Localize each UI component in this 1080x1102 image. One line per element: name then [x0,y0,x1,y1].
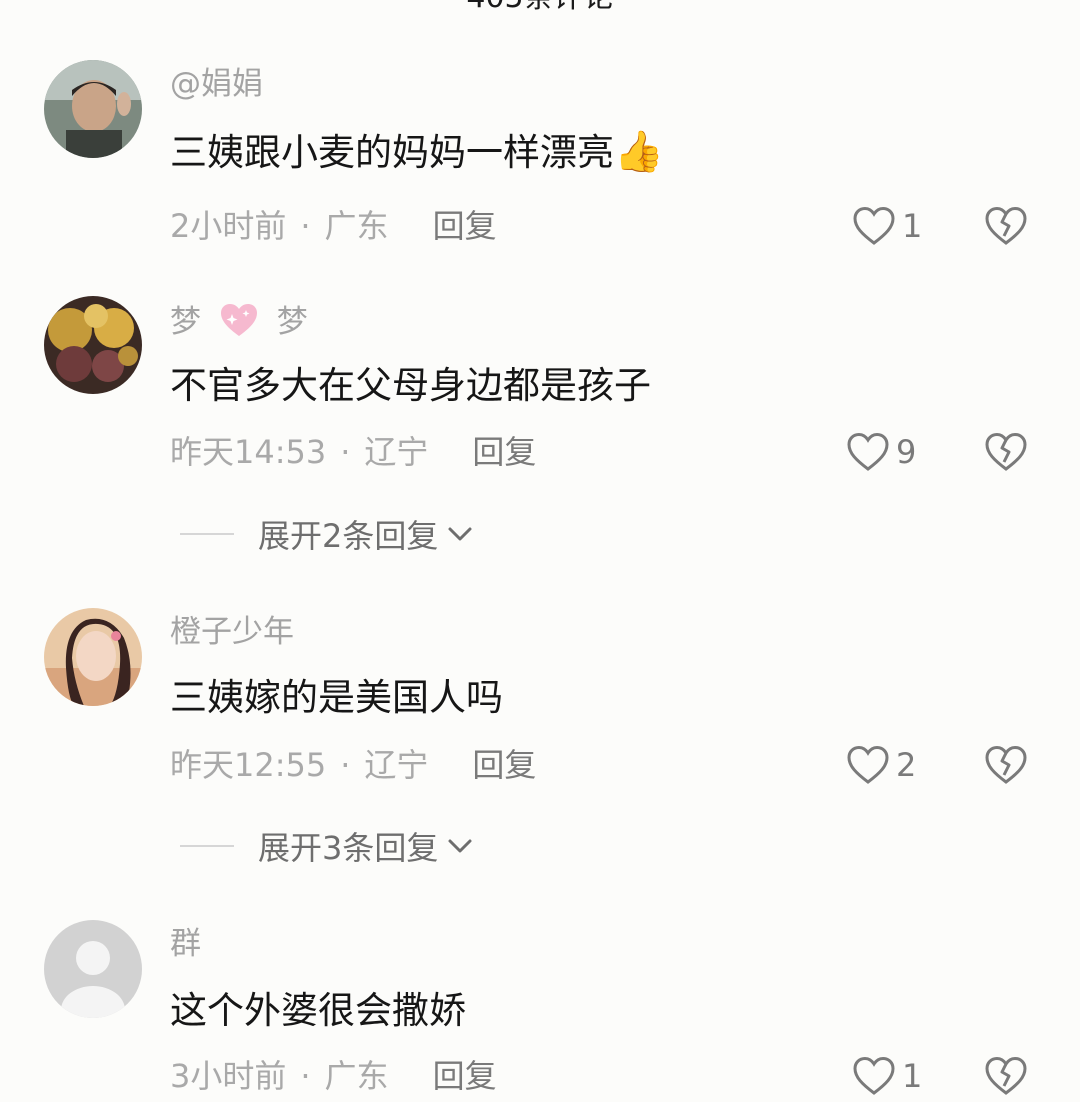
comment-text: 三姨跟小麦的妈妈一样漂亮👍 [170,128,664,177]
username[interactable]: 梦 梦 [170,300,308,342]
comment-time: 昨天12:55 [170,746,327,784]
like-count: 1 [902,1057,923,1095]
comment-location: 辽宁 [364,746,429,784]
like-count: 1 [902,207,923,245]
comment-time: 3小时前 [170,1057,287,1095]
reply-button[interactable]: 回复 [433,207,497,245]
like-button[interactable]: 2 [846,743,916,787]
comment-text: 不官多大在父母身边都是孩子 [170,364,651,407]
username[interactable]: 橙子少年 [170,612,294,652]
avatar[interactable] [44,60,142,158]
chevron-down-icon [448,527,472,541]
comment-meta: 2小时前 · 广东 回复 [170,204,497,248]
comment-time: 2小时前 [170,207,287,245]
meta-separator: · [300,1057,311,1095]
broken-heart-icon [985,1056,1027,1095]
meta-separator: · [340,746,351,784]
like-button[interactable]: 1 [852,1054,922,1098]
expand-replies-button[interactable]: 展开2条回复 [180,512,474,556]
reply-button[interactable]: 回复 [433,1057,497,1095]
like-button[interactable]: 1 [852,204,922,248]
comment-location: 广东 [324,207,389,245]
comment-location: 辽宁 [364,433,429,471]
expand-replies-button[interactable]: 展开3条回复 [180,824,474,868]
expand-replies-label: 展开2条回复 [258,517,439,555]
broken-heart-icon [985,206,1027,245]
like-count: 9 [896,433,917,471]
chevron-down-icon [448,839,472,853]
avatar[interactable] [44,296,142,394]
comment-text: 这个外婆很会撒娇 [170,989,466,1032]
dislike-button[interactable] [984,1054,1028,1098]
heart-outline-icon [853,206,895,245]
comment-location: 广东 [324,1057,389,1095]
username-part: 梦 [276,304,308,340]
dislike-button[interactable] [984,743,1028,787]
expand-divider [180,845,234,847]
username-part: 梦 [170,304,201,340]
dislike-button[interactable] [984,430,1028,474]
heart-outline-icon [853,1056,895,1095]
comment-text: 三姨嫁的是美国人吗 [170,676,503,719]
avatar[interactable] [44,608,142,706]
reply-button[interactable]: 回复 [472,746,536,784]
comment-time: 昨天14:53 [170,433,327,471]
thumbs-up-emoji: 👍 [614,129,664,175]
comment-count-title: 405条评论 [0,0,1080,18]
heart-outline-icon [847,432,889,471]
comment-text-content: 三姨跟小麦的妈妈一样漂亮 [170,131,614,174]
meta-separator: · [340,433,351,471]
expand-divider [180,533,234,535]
avatar[interactable] [44,920,142,1018]
dislike-button[interactable] [984,204,1028,248]
username[interactable]: @娟娟 [170,64,263,104]
username[interactable]: 群 [170,924,201,964]
broken-heart-icon [985,432,1027,471]
broken-heart-icon [985,745,1027,784]
comment-meta: 昨天14:53 · 辽宁 回复 [170,430,536,474]
comment-meta: 昨天12:55 · 辽宁 回复 [170,743,536,787]
like-button[interactable]: 9 [846,430,916,474]
heart-outline-icon [847,745,889,784]
reply-button[interactable]: 回复 [472,433,536,471]
sparkling-heart-emoji [220,304,257,336]
like-count: 2 [896,746,917,784]
expand-replies-label: 展开3条回复 [258,829,439,867]
meta-separator: · [300,207,311,245]
comment-meta: 3小时前 · 广东 回复 [170,1054,497,1098]
